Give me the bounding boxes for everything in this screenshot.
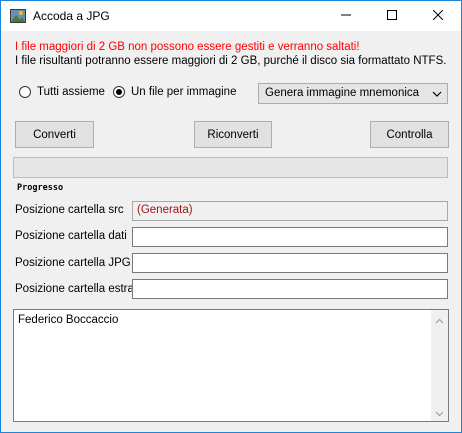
riconverti-button[interactable]: Riconverti: [194, 121, 272, 148]
app-icon: [10, 8, 26, 24]
data-folder-label: Posizione cartella dati: [15, 230, 127, 242]
scroll-down-icon[interactable]: [435, 407, 444, 417]
controlla-button[interactable]: Controlla: [370, 121, 449, 148]
src-folder-field[interactable]: (Generata): [132, 201, 448, 221]
size-warning: I file maggiori di 2 GB non possono esse…: [15, 41, 360, 53]
radio-label: Un file per immagine: [131, 86, 237, 98]
maximize-icon: [387, 9, 397, 23]
vertical-scrollbar[interactable]: [431, 310, 448, 421]
radio-tutti-assieme[interactable]: Tutti assieme: [19, 86, 105, 98]
radio-indicator: [113, 86, 125, 98]
data-folder-field[interactable]: [132, 227, 448, 247]
ntfs-info: I file risultanti potranno essere maggio…: [15, 55, 447, 67]
jpg-folder-label: Posizione cartella JPG: [15, 257, 131, 269]
main-window: Accoda a JPG I file maggiori di 2 GB non…: [0, 0, 462, 433]
notes-textarea[interactable]: Federico Boccaccio: [13, 309, 449, 422]
notes-text: Federico Boccaccio: [18, 314, 119, 326]
extracted-folder-field[interactable]: [132, 279, 448, 299]
close-button[interactable]: [415, 1, 461, 31]
minimize-button[interactable]: [323, 1, 369, 31]
jpg-folder-field[interactable]: [132, 253, 448, 273]
combobox-value: Genera immagine mnemonica: [265, 87, 420, 99]
title-bar[interactable]: Accoda a JPG: [1, 1, 461, 31]
minimize-icon: [341, 9, 351, 23]
progress-label: Progresso: [17, 183, 64, 193]
radio-label: Tutti assieme: [37, 86, 105, 98]
src-folder-label: Posizione cartella src: [15, 204, 124, 216]
radio-un-file-per-immagine[interactable]: Un file per immagine: [113, 86, 236, 98]
scroll-up-icon[interactable]: [435, 315, 444, 324]
progress-bar: [13, 157, 448, 178]
converti-button[interactable]: Converti: [15, 121, 94, 148]
window-title: Accoda a JPG: [33, 9, 110, 23]
mode-combobox[interactable]: Genera immagine mnemonica: [258, 83, 448, 104]
close-icon: [432, 9, 444, 23]
maximize-button[interactable]: [369, 1, 415, 31]
chevron-down-icon: [432, 88, 442, 98]
radio-indicator: [19, 86, 31, 98]
extracted-folder-label: Posizione cartella estratti: [15, 283, 143, 295]
